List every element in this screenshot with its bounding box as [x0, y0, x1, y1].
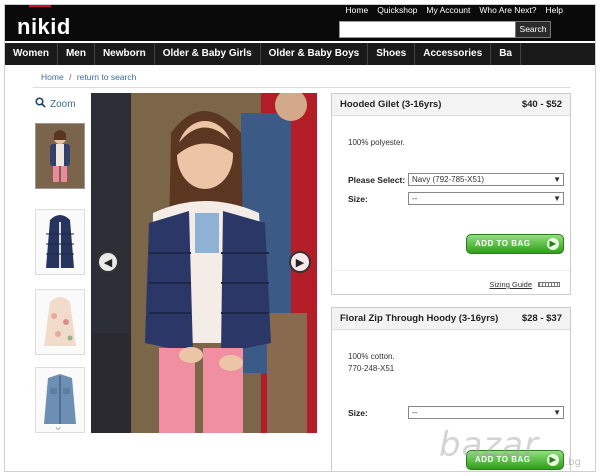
size-select[interactable]: -- ▼	[408, 406, 564, 419]
thumbnail-gilet[interactable]	[35, 209, 85, 275]
nav-item-baby[interactable]: Ba	[491, 43, 521, 65]
top-link-help[interactable]: Help	[546, 5, 563, 17]
brand-accent-bar	[29, 5, 51, 7]
search-button[interactable]: Search	[515, 21, 551, 38]
sizing-guide-link[interactable]: Sizing Guide	[489, 280, 532, 289]
product-description: 100% cotton.	[348, 352, 395, 361]
product-price: $28 - $37	[521, 313, 562, 324]
breadcrumb: Home / return to search	[41, 72, 136, 82]
chevron-right-icon: ▶	[295, 256, 305, 269]
divider	[332, 270, 570, 271]
product-code: 770-248-X51	[348, 364, 395, 373]
breadcrumb-return[interactable]: return to search	[77, 72, 137, 82]
chevron-down-icon: ▼	[553, 175, 561, 184]
top-link-quickshop[interactable]: Quickshop	[377, 5, 417, 17]
ruler-icon	[538, 282, 560, 287]
arrow-right-icon: ▶	[547, 454, 559, 466]
nav-item-accessories[interactable]: Accessories	[415, 43, 492, 65]
product-main-image: ◀ ▶	[91, 93, 317, 433]
size-select-value: --	[412, 194, 418, 203]
add-to-bag-label: ADD TO BAG	[475, 239, 531, 248]
watermark-suffix: .bg	[565, 457, 581, 468]
thumbnail-outfit[interactable]	[35, 123, 85, 189]
size-label: Size:	[348, 408, 368, 418]
colour-label: Please Select:	[348, 175, 406, 185]
site-header: nikid Home Quickshop My Account Who Are …	[5, 5, 595, 41]
colour-select[interactable]: Navy (792-785-X51) ▼	[408, 173, 564, 186]
product-description: 100% polyester.	[348, 138, 405, 147]
top-link-who-are-next[interactable]: Who Are Next?	[479, 5, 536, 17]
nav-item-shoes[interactable]: Shoes	[368, 43, 416, 65]
chevron-down-icon: ▼	[553, 408, 561, 417]
size-select-value: --	[412, 408, 418, 417]
product-name: Hooded Gilet (3-16yrs)	[340, 99, 442, 110]
nav-item-older-baby-boys[interactable]: Older & Baby Boys	[261, 43, 369, 65]
zoom-label: Zoom	[50, 98, 76, 110]
search-input[interactable]	[339, 21, 519, 38]
nav-item-women[interactable]: Women	[5, 43, 58, 65]
watermark: bazar	[439, 425, 540, 465]
nav-item-older-baby-girls[interactable]: Older & Baby Girls	[155, 43, 261, 65]
product-price: $40 - $52	[521, 99, 562, 110]
nav-item-men[interactable]: Men	[58, 43, 95, 65]
chevron-down-icon[interactable]: ⌄	[53, 419, 63, 433]
product-header: Hooded Gilet (3-16yrs) $40 - $52	[332, 94, 570, 116]
main-nav: Women Men Newborn Older & Baby Girls Old…	[5, 43, 595, 65]
nav-item-newborn[interactable]: Newborn	[95, 43, 155, 65]
breadcrumb-separator: /	[69, 72, 72, 82]
chevron-left-icon: ◀	[103, 256, 113, 269]
product-header: Floral Zip Through Hoody (3-16yrs) $28 -…	[332, 308, 570, 330]
divider	[33, 87, 571, 88]
colour-select-value: Navy (792-785-X51)	[412, 175, 485, 184]
top-links: Home Quickshop My Account Who Are Next? …	[346, 5, 563, 17]
top-link-home[interactable]: Home	[346, 5, 369, 17]
thumbnail-floral-hoody[interactable]	[35, 289, 85, 355]
breadcrumb-home[interactable]: Home	[41, 72, 64, 82]
top-link-my-account[interactable]: My Account	[426, 5, 470, 17]
size-select[interactable]: -- ▼	[408, 192, 564, 205]
arrow-right-icon: ▶	[547, 238, 559, 250]
add-to-bag-button[interactable]: ADD TO BAG ▶	[466, 234, 564, 254]
magnifier-icon	[35, 97, 46, 111]
next-image-button[interactable]: ▶	[289, 251, 311, 273]
previous-image-button[interactable]: ◀	[97, 251, 119, 273]
page-frame: nikid Home Quickshop My Account Who Are …	[4, 4, 596, 472]
chevron-down-icon: ▼	[553, 194, 561, 203]
product-card-hooded-gilet: Hooded Gilet (3-16yrs) $40 - $52 100% po…	[331, 93, 571, 295]
product-name: Floral Zip Through Hoody (3-16yrs)	[340, 313, 499, 324]
zoom-button[interactable]: Zoom	[35, 97, 76, 111]
size-label: Size:	[348, 194, 368, 204]
site-logo[interactable]: nikid	[17, 14, 71, 40]
